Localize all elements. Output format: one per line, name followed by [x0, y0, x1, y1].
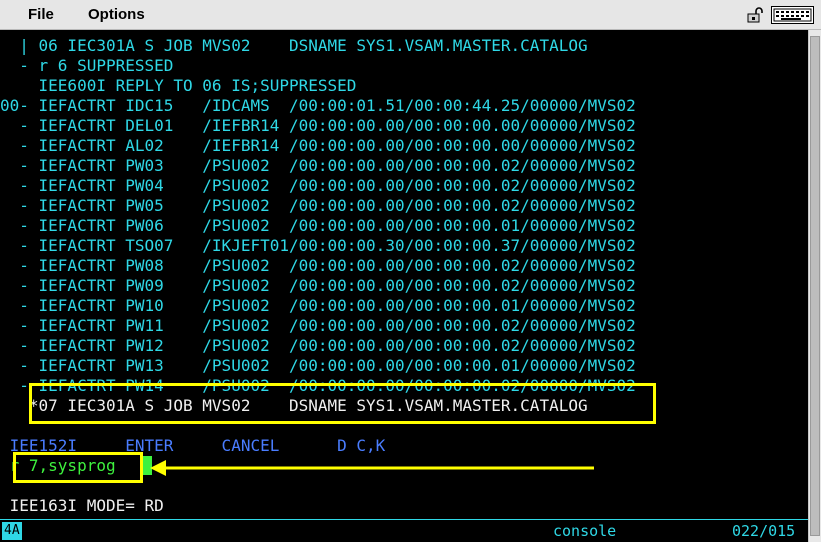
- console-line: - IEFACTRT PW13 /PSU002 /00:00:00.00/00:…: [0, 356, 636, 375]
- console-line: - IEFACTRT AL02 /IEFBR14 /00:00:00.00/00…: [0, 136, 636, 155]
- console-line: IEE163I MODE= RD: [0, 496, 164, 515]
- vertical-scrollbar[interactable]: [808, 30, 821, 542]
- console-line: IEE600I REPLY TO 06 IS;SUPPRESSED: [0, 76, 357, 95]
- cursor-position: 022/015: [732, 522, 796, 540]
- highlight-box-command-input: [13, 452, 143, 483]
- menu-file[interactable]: File: [28, 6, 54, 23]
- lock-icon[interactable]: [747, 7, 765, 23]
- console-line: - IEFACTRT PW08 /PSU002 /00:00:00.00/00:…: [0, 256, 636, 275]
- console-line: - IEFACTRT PW05 /PSU002 /00:00:00.00/00:…: [0, 196, 636, 215]
- scrollbar-thumb[interactable]: [810, 36, 820, 536]
- console-label: console: [553, 522, 617, 540]
- annotation-arrow: [150, 460, 594, 476]
- console-line: - IEFACTRT PW12 /PSU002 /00:00:00.00/00:…: [0, 336, 636, 355]
- console-line: - IEFACTRT PW06 /PSU002 /00:00:00.00/00:…: [0, 216, 636, 235]
- console-line: | 06 IEC301A S JOB MVS02 DSNAME SYS1.VSA…: [0, 36, 588, 55]
- console-line: - IEFACTRT PW03 /PSU002 /00:00:00.00/00:…: [0, 156, 636, 175]
- menu-bar: File Options: [0, 0, 821, 30]
- console-line: - IEFACTRT DEL01 /IEFBR14 /00:00:00.00/0…: [0, 116, 636, 135]
- console-line: - IEFACTRT PW09 /PSU002 /00:00:00.00/00:…: [0, 276, 636, 295]
- console-line: 00- IEFACTRT IDC15 /IDCAMS /00:00:01.51/…: [0, 96, 636, 115]
- console-line: - IEFACTRT PW10 /PSU002 /00:00:00.00/00:…: [0, 296, 636, 315]
- menu-options[interactable]: Options: [88, 6, 145, 23]
- console-line: - IEFACTRT PW11 /PSU002 /00:00:00.00/00:…: [0, 316, 636, 335]
- keyboard-icon[interactable]: [771, 6, 814, 24]
- console-line: - IEFACTRT PW04 /PSU002 /00:00:00.00/00:…: [0, 176, 636, 195]
- connection-indicator: 4A: [2, 522, 22, 540]
- highlight-box-outstanding-reply: [29, 383, 656, 424]
- console-line: - IEFACTRT TSO07 /IKJEFT01/00:00:00.30/0…: [0, 236, 636, 255]
- status-separator: [0, 519, 808, 520]
- console-line: - r 6 SUPPRESSED: [0, 56, 174, 75]
